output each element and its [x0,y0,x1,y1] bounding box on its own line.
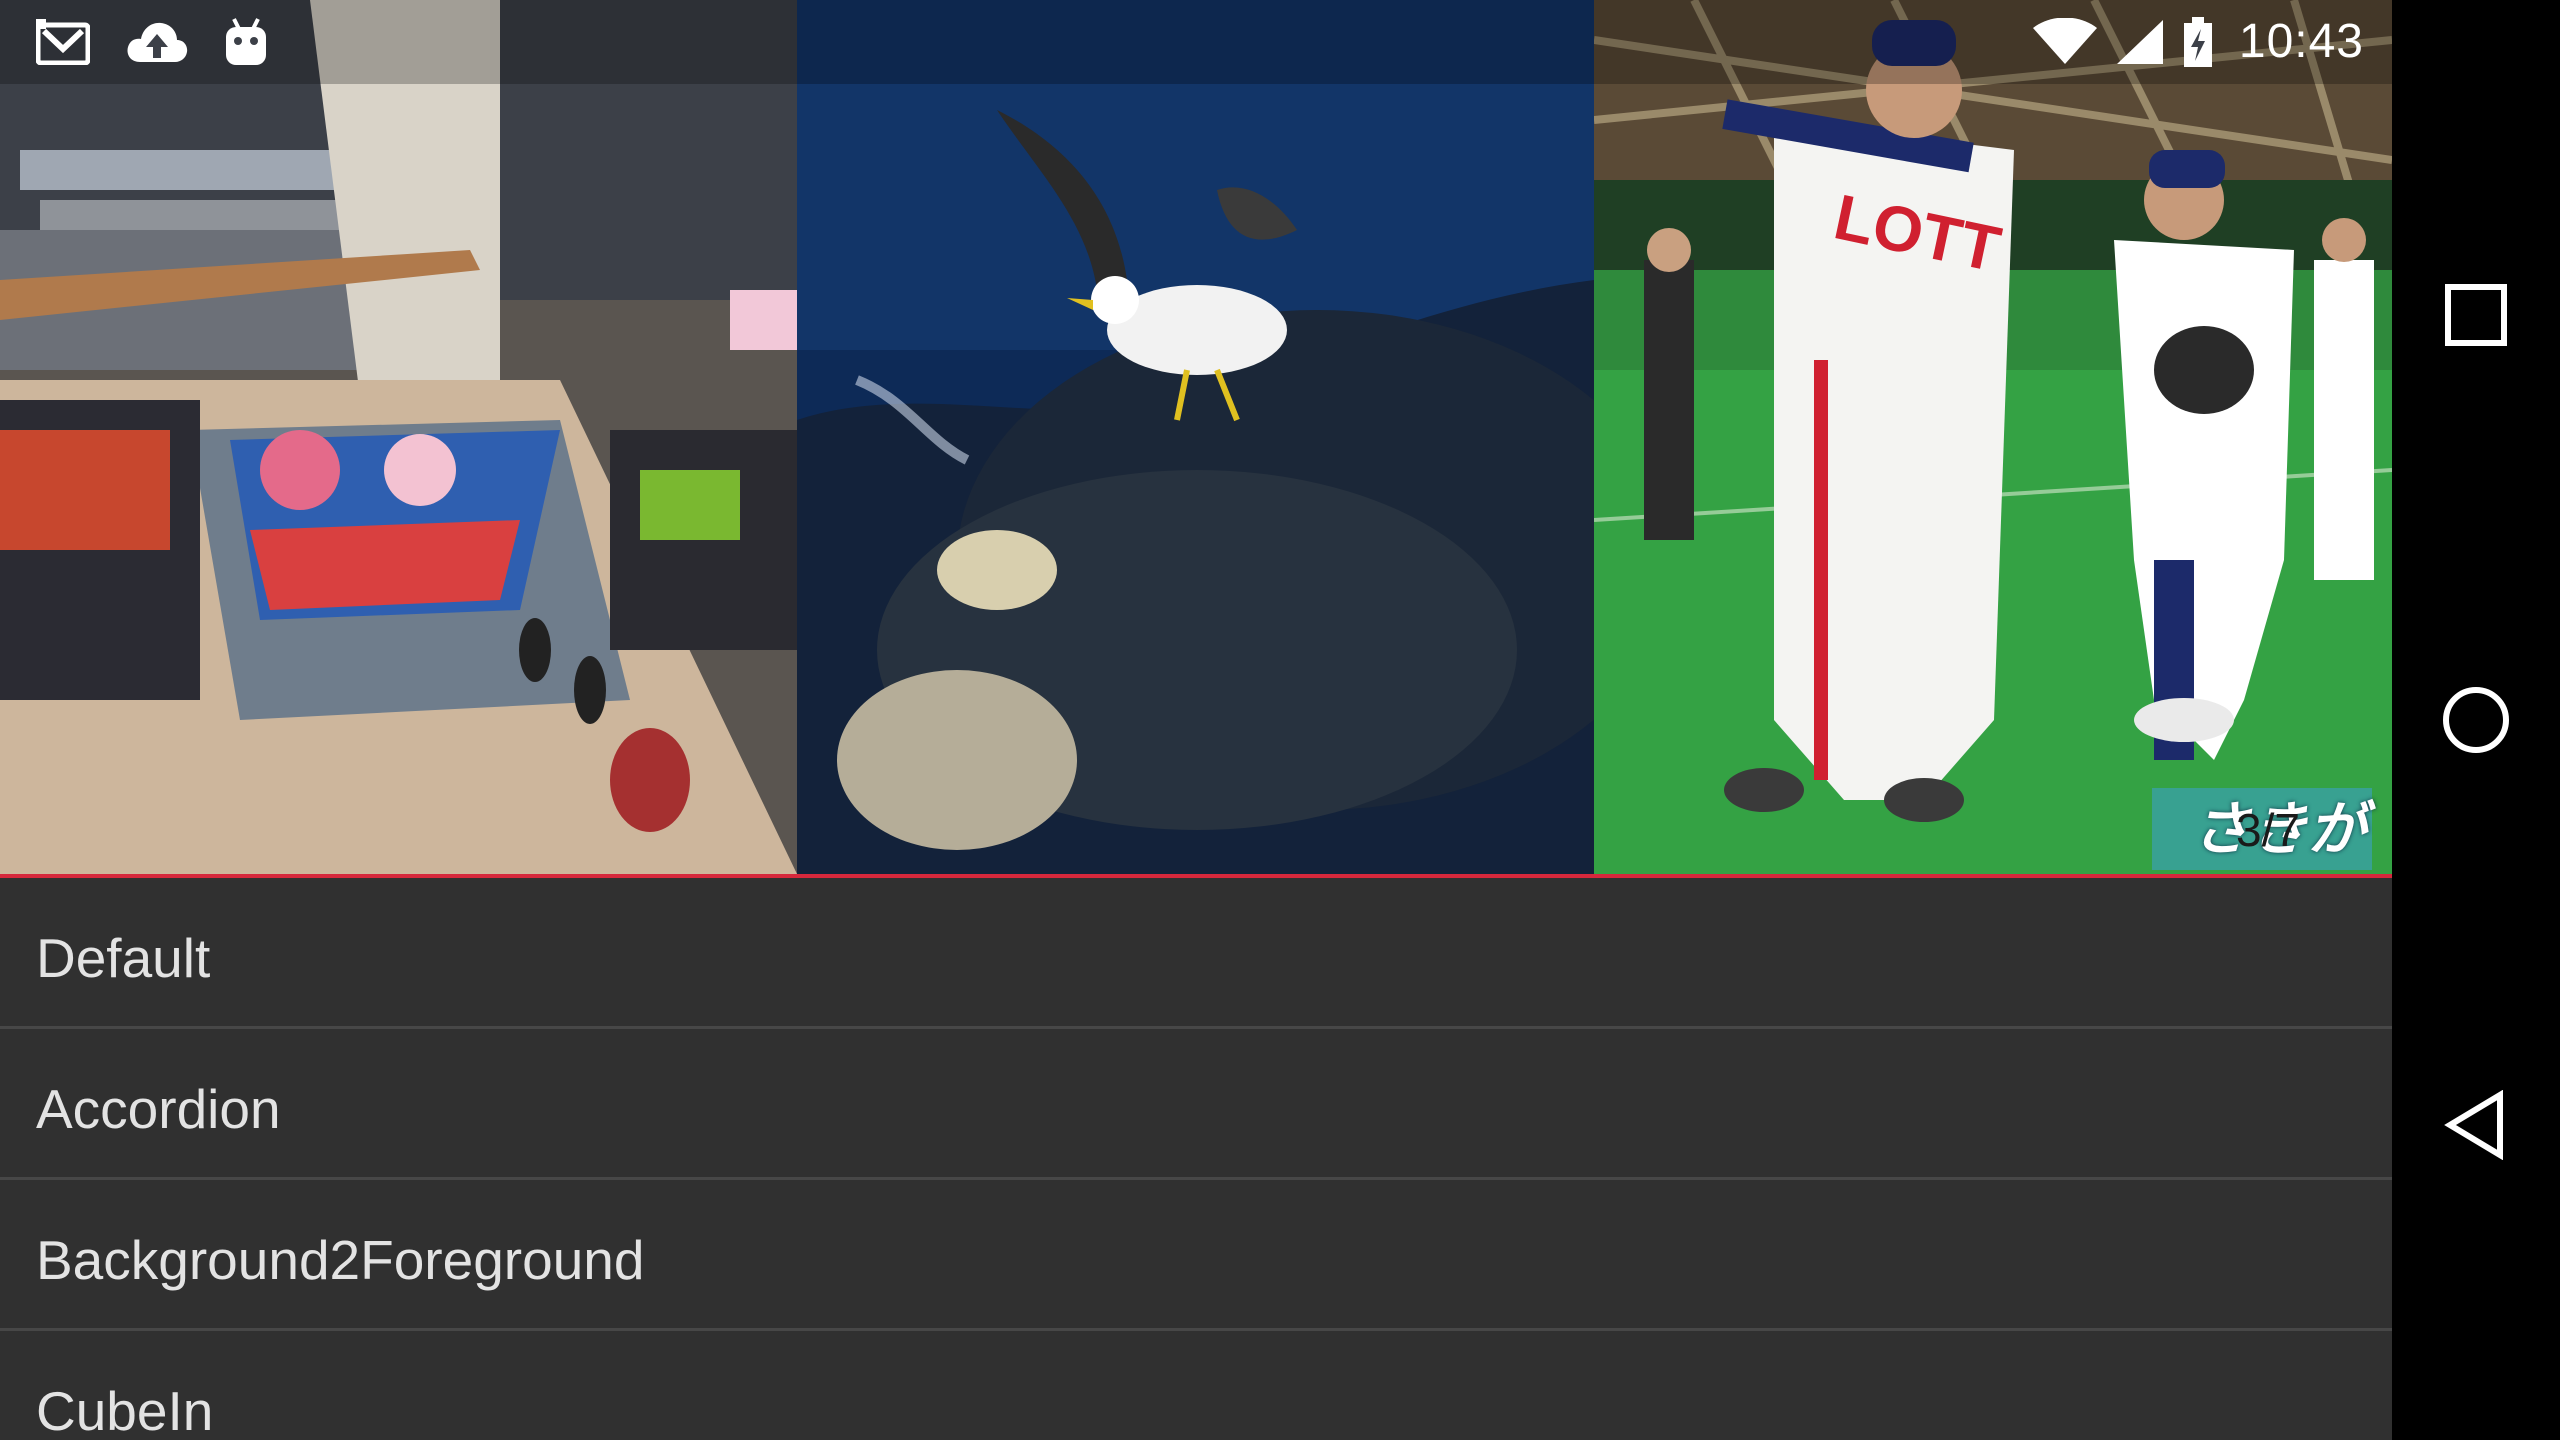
slide-counter: 3/7 [2236,804,2300,856]
android-icon [224,17,268,67]
airport-sleeping-children-photo [0,0,797,874]
list-item-accordion[interactable]: Accordion [0,1029,2392,1180]
notification-icons [36,16,268,68]
seagull-on-whale-photo [797,0,1594,874]
list-item-label: Background2Foreground [36,1229,645,1291]
recents-button[interactable] [2426,265,2526,365]
image-slider[interactable]: LOTT さきがけ The We 3/7 [0,0,2392,874]
back-button[interactable] [2426,1075,2526,1175]
recents-square-icon [2445,284,2507,346]
status-time: 10:43 [2238,15,2364,68]
battery-charging-icon [2183,17,2213,67]
list-item-background2foreground[interactable]: Background2Foreground [0,1180,2392,1331]
baseball-coach-and-boy-photo: LOTT [1594,0,2392,874]
home-button[interactable] [2426,670,2526,770]
list-item-label: Accordion [36,1078,281,1140]
list-item-label: Default [36,927,211,989]
list-item-label: CubeIn [36,1380,214,1440]
status-bar: 10:43 [0,0,2392,84]
list-item-cubein[interactable]: CubeIn [0,1331,2392,1440]
home-circle-icon [2443,687,2509,753]
cell-signal-icon [2115,18,2165,66]
transition-effect-list: Default Accordion Background2Foreground … [0,878,2392,1440]
system-status-icons: 10:43 [2032,14,2364,70]
cloud-upload-icon [126,20,188,64]
navigation-bar [2392,0,2560,1440]
gmail-icon [36,19,90,65]
back-triangle-icon [2444,1090,2503,1160]
wifi-icon [2032,18,2097,66]
app-content: LOTT さきがけ The We 3/7 [0,0,2392,1440]
list-item-default[interactable]: Default [0,878,2392,1029]
phone-screen: LOTT さきがけ The We 3/7 [0,0,2560,1440]
